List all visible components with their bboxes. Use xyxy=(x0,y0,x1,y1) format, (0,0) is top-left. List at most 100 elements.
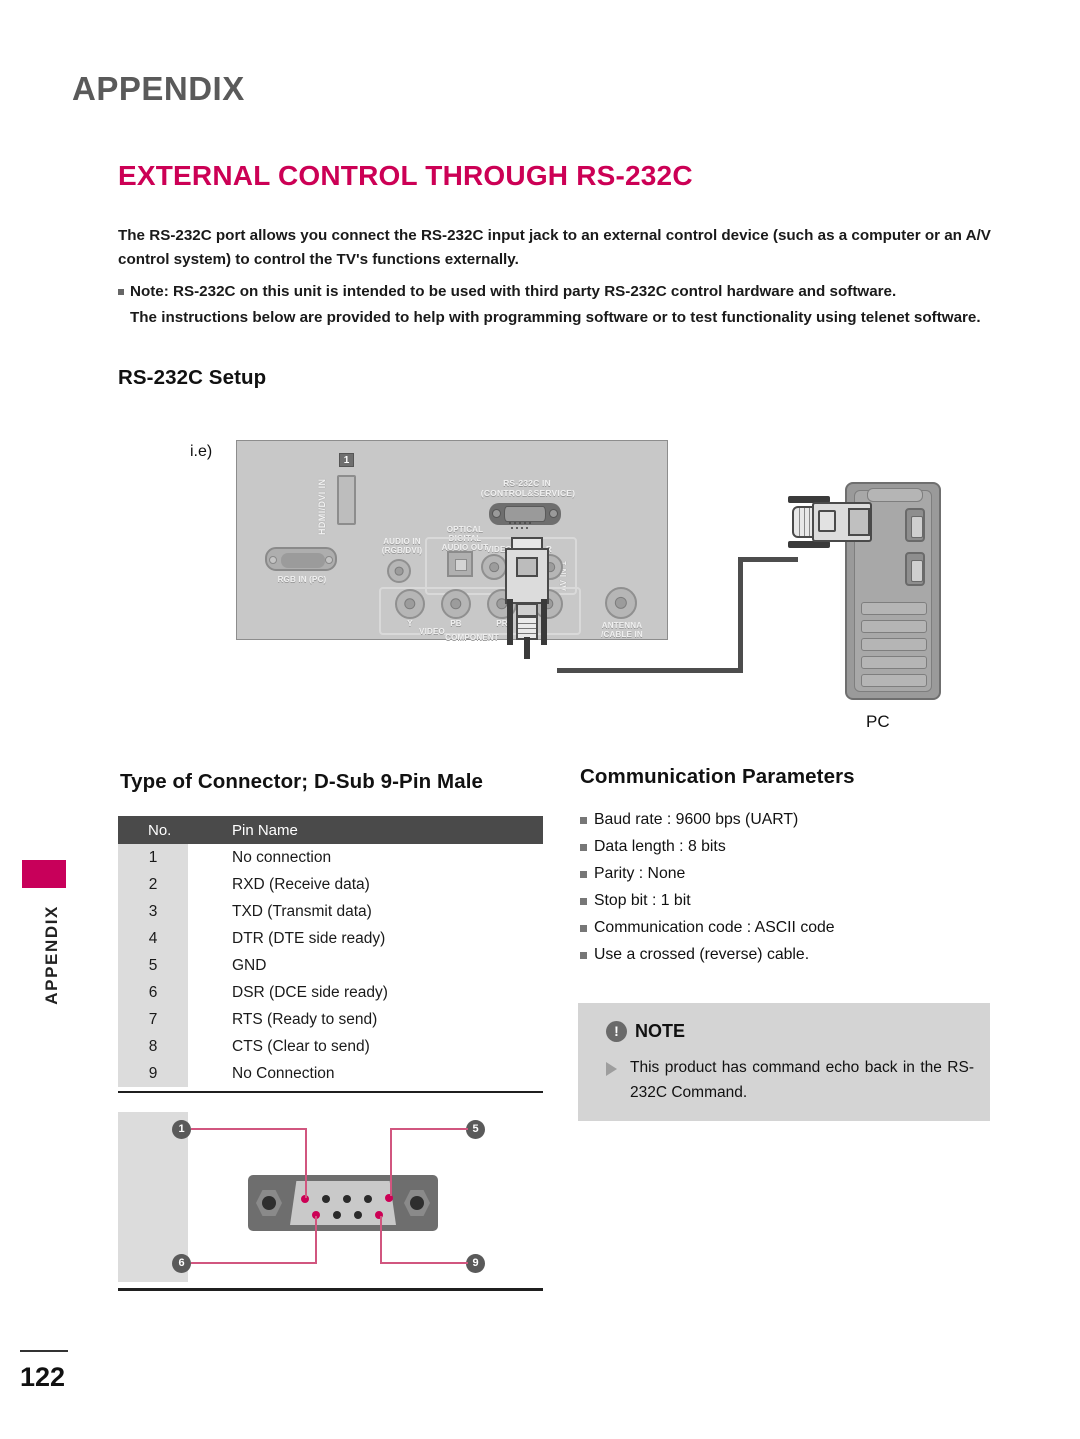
table-row: 5 GND xyxy=(118,952,543,979)
vga-screw-left xyxy=(269,556,277,564)
page-number: 122 xyxy=(20,1362,66,1392)
list-item-text: Parity : None xyxy=(594,865,686,882)
cable-segment-bottom xyxy=(557,668,743,673)
table-row: 1 No connection xyxy=(118,844,543,871)
component-y-jack-icon xyxy=(395,589,425,619)
section-heading-connector-type: Type of Connector; D-Sub 9-Pin Male xyxy=(120,770,484,793)
square-bullet-icon xyxy=(580,898,587,905)
column-header-pin-name: Pin Name xyxy=(232,821,298,839)
table-row: 2 RXD (Receive data) xyxy=(118,871,543,898)
document-page: APPENDIX APPENDIX EXTERNAL CONTROL THROU… xyxy=(0,0,1080,1439)
callout-bubble-9: 9 xyxy=(466,1254,485,1273)
table-row: 6 DSR (DCE side ready) xyxy=(118,979,543,1006)
intro-block: The RS-232C port allows you connect the … xyxy=(118,224,1028,332)
list-item-text: Stop bit : 1 bit xyxy=(594,892,691,909)
table-header-row: No. Pin Name xyxy=(118,816,543,844)
pin-dot-8 xyxy=(354,1211,362,1219)
cell-pin-no: 3 xyxy=(148,902,158,920)
label-rs232c-in: RS-232C IN xyxy=(503,478,551,488)
square-bullet-icon xyxy=(580,952,587,959)
plug-strain-relief-pc xyxy=(792,506,814,538)
note-callout-box: ! NOTE This product has command echo bac… xyxy=(578,1003,990,1121)
plug-leg-left xyxy=(507,599,513,645)
cell-pin-no: 9 xyxy=(148,1064,158,1082)
pin-dot-7 xyxy=(333,1211,341,1219)
cell-pin-no: 1 xyxy=(148,848,158,866)
square-bullet-icon xyxy=(580,871,587,878)
cell-pin-no: 5 xyxy=(148,956,158,974)
intro-note-text: Note: RS-232C on this unit is intended t… xyxy=(130,283,897,300)
pc-expansion-slot-4 xyxy=(861,656,927,669)
jack-inner xyxy=(404,598,416,610)
note-body: This product has command echo back in th… xyxy=(606,1055,974,1105)
callout-line-1-h xyxy=(191,1128,307,1130)
label-hdmi-dvi-in: HDMI/DVI IN xyxy=(317,478,327,535)
cell-pin-name: DSR (DCE side ready) xyxy=(232,983,388,1001)
table-row: 7 RTS (Ready to send) xyxy=(118,1006,543,1033)
note-header: ! NOTE xyxy=(606,1021,685,1042)
label-optical: OPTICAL xyxy=(446,525,484,534)
sidebar-vertical-text: APPENDIX xyxy=(42,905,61,1005)
tv-back-panel-illustration: 1 HDMI/DVI IN RGB IN (PC) AUDIO IN (RGB/… xyxy=(236,440,668,659)
list-item-text: Communication code : ASCII code xyxy=(594,919,835,936)
page-title: EXTERNAL CONTROL THROUGH RS-232C xyxy=(118,160,693,191)
list-item-text: Data length : 8 bits xyxy=(594,838,726,855)
list-item: Data length : 8 bits xyxy=(580,833,1000,860)
rs232c-screw-left xyxy=(492,509,501,518)
pc-serial-slot xyxy=(911,516,923,538)
plug-screw-bottom xyxy=(788,541,830,548)
label-antenna: ANTENNA xyxy=(601,621,643,630)
callout-bubble-5: 5 xyxy=(466,1120,485,1139)
plug-leg-right xyxy=(541,599,547,645)
cell-pin-no: 8 xyxy=(148,1037,158,1055)
list-item-text: Use a crossed (reverse) cable. xyxy=(594,946,810,963)
table-row: 8 CTS (Clear to send) xyxy=(118,1033,543,1060)
cell-pin-no: 6 xyxy=(148,983,158,1001)
callout-line-5-h xyxy=(390,1128,468,1130)
component-pb-jack-icon xyxy=(441,589,471,619)
rs232c-pin-row-bottom xyxy=(511,516,531,534)
pin-dot-4 xyxy=(364,1195,372,1203)
square-bullet-icon xyxy=(118,289,124,295)
list-item: Stop bit : 1 bit xyxy=(580,887,1000,914)
note-text: This product has command echo back in th… xyxy=(630,1059,974,1101)
jack-inner xyxy=(489,562,499,572)
sidebar-accent-tab xyxy=(22,860,66,888)
intro-note-continued: The instructions below are provided to h… xyxy=(130,309,981,326)
cell-pin-name: GND xyxy=(232,956,267,974)
callout-line-6-h xyxy=(191,1262,317,1264)
pc-vga-slot xyxy=(911,560,923,582)
plug-inner-block xyxy=(516,557,538,577)
cell-pin-name: RXD (Receive data) xyxy=(232,875,370,893)
jack-inner xyxy=(394,566,404,576)
pc-expansion-slot-3 xyxy=(861,638,927,651)
dsub-pinout-diagram: 1 5 6 9 xyxy=(118,1112,543,1294)
cell-pin-name: CTS (Clear to send) xyxy=(232,1037,370,1055)
pin-dot-3 xyxy=(343,1195,351,1203)
list-item-text: Baud rate : 9600 bps (UART) xyxy=(594,811,799,828)
table-row: 9 No Connection xyxy=(118,1060,543,1087)
footer-rule xyxy=(20,1350,68,1352)
vga-slot xyxy=(281,553,325,568)
pinout-bottom-rule xyxy=(118,1288,543,1291)
pc-serial-port-icon xyxy=(905,508,925,542)
pc-expansion-slot-5 xyxy=(861,674,927,687)
list-item: Parity : None xyxy=(580,860,1000,887)
jack-inner xyxy=(450,598,462,610)
pc-side-cable-plug xyxy=(788,492,900,552)
callout-bubble-6: 6 xyxy=(172,1254,191,1273)
cell-pin-name: TXD (Transmit data) xyxy=(232,902,372,920)
exclamation-icon: ! xyxy=(606,1021,627,1042)
pc-expansion-slot-1 xyxy=(861,602,927,615)
antenna-jack-icon xyxy=(605,587,637,619)
plug-neck xyxy=(516,603,538,617)
section-heading-rs232c-setup: RS-232C Setup xyxy=(118,366,267,389)
pc-vga-port-icon xyxy=(905,552,925,586)
ie-label: i.e) xyxy=(190,443,213,460)
square-bullet-icon xyxy=(580,844,587,851)
table-row: 4 DTR (DTE side ready) xyxy=(118,925,543,952)
communication-parameters-list: Baud rate : 9600 bps (UART) Data length … xyxy=(580,806,1000,968)
plug-face-pc xyxy=(848,508,870,536)
pc-caption: PC xyxy=(866,712,890,731)
vga-screw-right xyxy=(325,556,333,564)
